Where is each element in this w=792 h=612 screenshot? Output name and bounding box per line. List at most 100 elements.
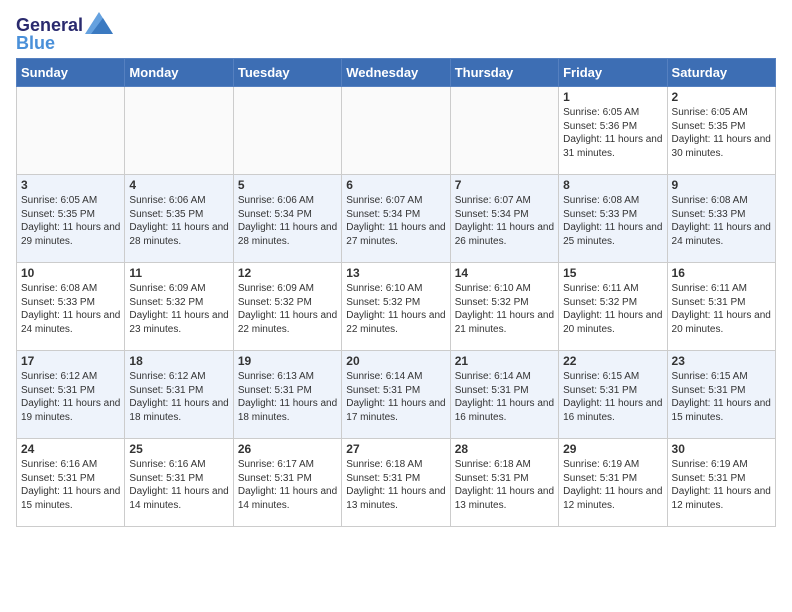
day-number: 3	[21, 178, 120, 192]
calendar-day: 25Sunrise: 6:16 AMSunset: 5:31 PMDayligh…	[125, 439, 233, 527]
day-info: Sunrise: 6:14 AMSunset: 5:31 PMDaylight:…	[455, 370, 554, 424]
day-info: Sunrise: 6:15 AMSunset: 5:31 PMDaylight:…	[672, 370, 771, 424]
day-number: 6	[346, 178, 445, 192]
day-info: Sunrise: 6:11 AMSunset: 5:32 PMDaylight:…	[563, 282, 662, 336]
day-number: 1	[563, 90, 662, 104]
day-number: 9	[672, 178, 771, 192]
day-number: 18	[129, 354, 228, 368]
calendar-day	[233, 87, 341, 175]
calendar-day: 28Sunrise: 6:18 AMSunset: 5:31 PMDayligh…	[450, 439, 558, 527]
day-info: Sunrise: 6:05 AMSunset: 5:36 PMDaylight:…	[563, 106, 662, 160]
calendar-week-row: 17 Sunrise: 6:12 AMSunset: 5:31 PMDayligh…	[17, 351, 776, 439]
weekday-header: Friday	[559, 59, 667, 87]
day-number: 21	[455, 354, 554, 368]
day-number: 22	[563, 354, 662, 368]
calendar-day: 11 Sunrise: 6:09 AMSunset: 5:32 PMDayligh…	[125, 263, 233, 351]
day-number: 26	[238, 442, 337, 456]
calendar-day: 23 Sunrise: 6:15 AMSunset: 5:31 PMDayligh…	[667, 351, 775, 439]
calendar-day: 20Sunrise: 6:14 AMSunset: 5:31 PMDayligh…	[342, 351, 450, 439]
calendar-day: 19 Sunrise: 6:13 AMSunset: 5:31 PMDayligh…	[233, 351, 341, 439]
day-number: 29	[563, 442, 662, 456]
day-info: Sunrise: 6:12 AMSunset: 5:31 PMDaylight:…	[21, 370, 120, 424]
header: General Blue	[16, 10, 776, 52]
calendar-day: 14 Sunrise: 6:10 AMSunset: 5:32 PMDayligh…	[450, 263, 558, 351]
day-info: Sunrise: 6:05 AMSunset: 5:35 PMDaylight:…	[21, 194, 120, 248]
logo: General Blue	[16, 14, 113, 52]
day-info: Sunrise: 6:06 AMSunset: 5:35 PMDaylight:…	[129, 194, 228, 248]
day-info: Sunrise: 6:05 AMSunset: 5:35 PMDaylight:…	[672, 106, 771, 160]
day-info: Sunrise: 6:18 AMSunset: 5:31 PMDaylight:…	[346, 458, 445, 512]
calendar-header-row: SundayMondayTuesdayWednesdayThursdayFrid…	[17, 59, 776, 87]
day-number: 30	[672, 442, 771, 456]
calendar-week-row: 1 Sunrise: 6:05 AMSunset: 5:36 PMDaylight…	[17, 87, 776, 175]
day-number: 4	[129, 178, 228, 192]
day-number: 15	[563, 266, 662, 280]
day-info: Sunrise: 6:19 AMSunset: 5:31 PMDaylight:…	[563, 458, 662, 512]
day-number: 17	[21, 354, 120, 368]
calendar-day: 1 Sunrise: 6:05 AMSunset: 5:36 PMDaylight…	[559, 87, 667, 175]
weekday-header: Sunday	[17, 59, 125, 87]
calendar-day: 21 Sunrise: 6:14 AMSunset: 5:31 PMDayligh…	[450, 351, 558, 439]
day-info: Sunrise: 6:12 AMSunset: 5:31 PMDaylight:…	[129, 370, 228, 424]
day-number: 14	[455, 266, 554, 280]
day-number: 19	[238, 354, 337, 368]
logo-icon	[85, 12, 113, 34]
calendar-week-row: 10 Sunrise: 6:08 AMSunset: 5:33 PMDayligh…	[17, 263, 776, 351]
calendar-day: 15 Sunrise: 6:11 AMSunset: 5:32 PMDayligh…	[559, 263, 667, 351]
calendar-day: 7 Sunrise: 6:07 AMSunset: 5:34 PMDaylight…	[450, 175, 558, 263]
day-info: Sunrise: 6:08 AMSunset: 5:33 PMDaylight:…	[672, 194, 771, 248]
weekday-header: Wednesday	[342, 59, 450, 87]
day-number: 23	[672, 354, 771, 368]
calendar-day: 3 Sunrise: 6:05 AMSunset: 5:35 PMDaylight…	[17, 175, 125, 263]
calendar-day: 6 Sunrise: 6:07 AMSunset: 5:34 PMDaylight…	[342, 175, 450, 263]
calendar-day: 5 Sunrise: 6:06 AMSunset: 5:34 PMDaylight…	[233, 175, 341, 263]
calendar-week-row: 24 Sunrise: 6:16 AMSunset: 5:31 PMDayligh…	[17, 439, 776, 527]
calendar: SundayMondayTuesdayWednesdayThursdayFrid…	[16, 58, 776, 527]
calendar-day: 29 Sunrise: 6:19 AMSunset: 5:31 PMDayligh…	[559, 439, 667, 527]
calendar-week-row: 3 Sunrise: 6:05 AMSunset: 5:35 PMDaylight…	[17, 175, 776, 263]
day-number: 8	[563, 178, 662, 192]
day-number: 27	[346, 442, 445, 456]
calendar-day: 30 Sunrise: 6:19 AMSunset: 5:31 PMDayligh…	[667, 439, 775, 527]
day-info: Sunrise: 6:13 AMSunset: 5:31 PMDaylight:…	[238, 370, 337, 424]
weekday-header: Thursday	[450, 59, 558, 87]
calendar-day: 22Sunrise: 6:15 AMSunset: 5:31 PMDayligh…	[559, 351, 667, 439]
day-info: Sunrise: 6:17 AMSunset: 5:31 PMDaylight:…	[238, 458, 337, 512]
calendar-day: 2 Sunrise: 6:05 AMSunset: 5:35 PMDaylight…	[667, 87, 775, 175]
day-info: Sunrise: 6:10 AMSunset: 5:32 PMDaylight:…	[455, 282, 554, 336]
weekday-header: Saturday	[667, 59, 775, 87]
day-number: 16	[672, 266, 771, 280]
calendar-day: 10 Sunrise: 6:08 AMSunset: 5:33 PMDayligh…	[17, 263, 125, 351]
day-number: 2	[672, 90, 771, 104]
weekday-header: Monday	[125, 59, 233, 87]
calendar-day: 18 Sunrise: 6:12 AMSunset: 5:31 PMDayligh…	[125, 351, 233, 439]
calendar-day: 13Sunrise: 6:10 AMSunset: 5:32 PMDayligh…	[342, 263, 450, 351]
calendar-day	[125, 87, 233, 175]
calendar-day: 27 Sunrise: 6:18 AMSunset: 5:31 PMDayligh…	[342, 439, 450, 527]
day-info: Sunrise: 6:16 AMSunset: 5:31 PMDaylight:…	[129, 458, 228, 512]
day-number: 7	[455, 178, 554, 192]
page: General Blue SundayMondayTuesdayWednesda…	[0, 0, 792, 543]
day-info: Sunrise: 6:08 AMSunset: 5:33 PMDaylight:…	[21, 282, 120, 336]
day-number: 10	[21, 266, 120, 280]
calendar-day: 24Sunrise: 6:16 AMSunset: 5:31 PMDayligh…	[17, 439, 125, 527]
day-info: Sunrise: 6:06 AMSunset: 5:34 PMDaylight:…	[238, 194, 337, 248]
day-number: 11	[129, 266, 228, 280]
calendar-day: 12 Sunrise: 6:09 AMSunset: 5:32 PMDayligh…	[233, 263, 341, 351]
day-number: 13	[346, 266, 445, 280]
weekday-header: Tuesday	[233, 59, 341, 87]
day-info: Sunrise: 6:09 AMSunset: 5:32 PMDaylight:…	[238, 282, 337, 336]
day-info: Sunrise: 6:09 AMSunset: 5:32 PMDaylight:…	[129, 282, 228, 336]
calendar-day: 16 Sunrise: 6:11 AMSunset: 5:31 PMDayligh…	[667, 263, 775, 351]
calendar-day	[342, 87, 450, 175]
day-info: Sunrise: 6:07 AMSunset: 5:34 PMDaylight:…	[455, 194, 554, 248]
day-info: Sunrise: 6:14 AMSunset: 5:31 PMDaylight:…	[346, 370, 445, 424]
day-number: 12	[238, 266, 337, 280]
day-info: Sunrise: 6:07 AMSunset: 5:34 PMDaylight:…	[346, 194, 445, 248]
day-number: 5	[238, 178, 337, 192]
day-number: 24	[21, 442, 120, 456]
day-info: Sunrise: 6:19 AMSunset: 5:31 PMDaylight:…	[672, 458, 771, 512]
calendar-day: 8Sunrise: 6:08 AMSunset: 5:33 PMDaylight…	[559, 175, 667, 263]
calendar-day	[17, 87, 125, 175]
day-info: Sunrise: 6:11 AMSunset: 5:31 PMDaylight:…	[672, 282, 771, 336]
